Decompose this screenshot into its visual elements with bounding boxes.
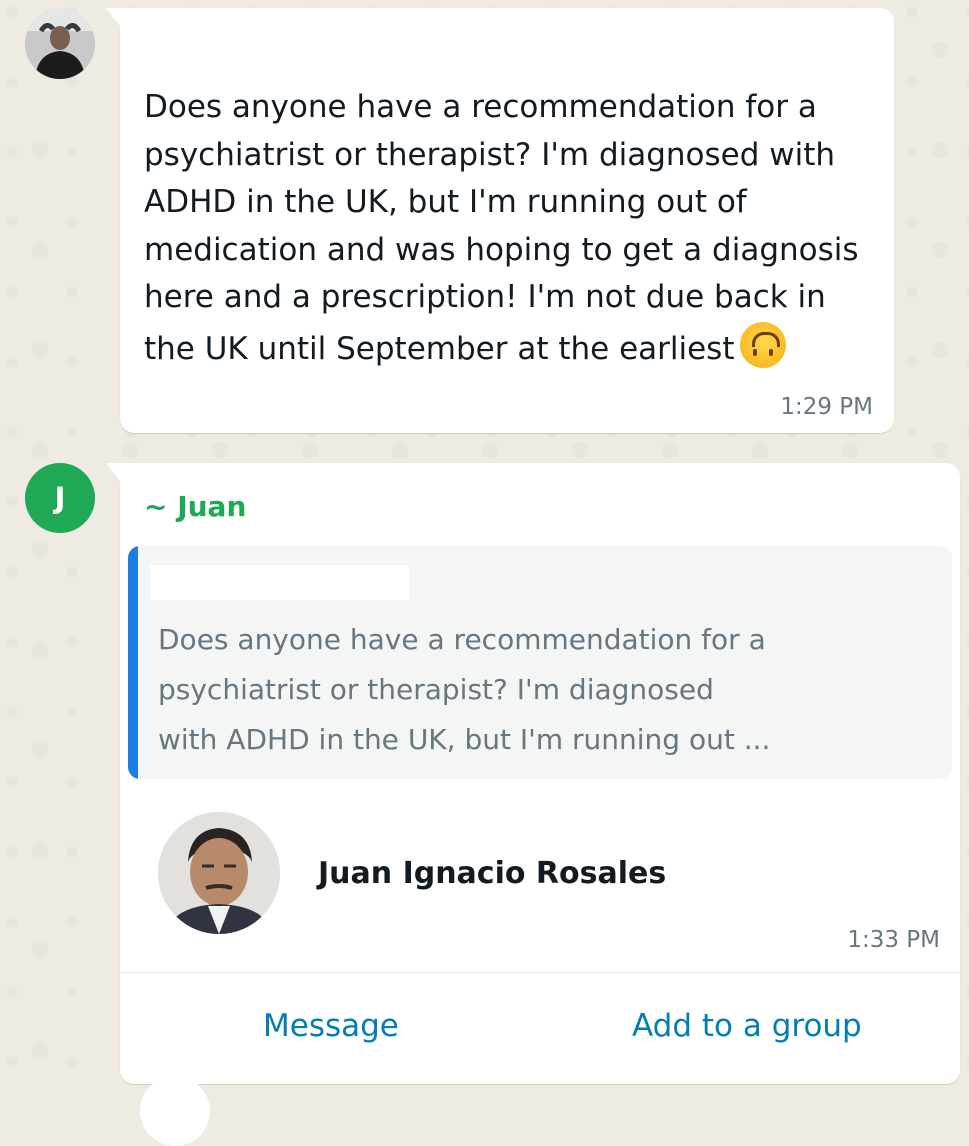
quoted-message[interactable]: Does anyone have a recommendation for a … xyxy=(128,546,952,779)
message-button[interactable]: Message xyxy=(263,1008,399,1044)
sender-avatar-initial[interactable]: J xyxy=(25,463,95,533)
quote-accent-bar xyxy=(128,546,138,779)
next-sender-avatar[interactable] xyxy=(140,1076,210,1146)
person-photo-icon xyxy=(25,9,95,79)
add-to-group-button[interactable]: Add to a group xyxy=(632,1008,862,1044)
bubble-tail xyxy=(106,8,120,26)
quoted-text: Does anyone have a recommendation for a … xyxy=(158,623,771,756)
sender-name[interactable]: ~ Juan xyxy=(144,490,246,523)
message-timestamp: 1:33 PM xyxy=(847,927,940,953)
contact-name[interactable]: Juan Ignacio Rosales xyxy=(318,856,666,891)
message-timestamp: 1:29 PM xyxy=(780,394,873,420)
contact-photo-icon xyxy=(158,812,280,934)
upside-down-face-emoji-icon xyxy=(740,321,787,368)
contact-message-bubble[interactable]: ~ Juan Does anyone have a recommendation… xyxy=(106,463,960,1084)
sender-avatar[interactable] xyxy=(25,9,95,79)
message-text: Does anyone have a recommendation for a … xyxy=(144,89,859,368)
bubble-tail xyxy=(106,463,120,481)
message-bubble[interactable]: Does anyone have a recommendation for a … xyxy=(106,8,894,433)
redacted-quote-author xyxy=(150,565,409,600)
contact-avatar[interactable] xyxy=(158,812,280,934)
divider xyxy=(120,972,960,973)
